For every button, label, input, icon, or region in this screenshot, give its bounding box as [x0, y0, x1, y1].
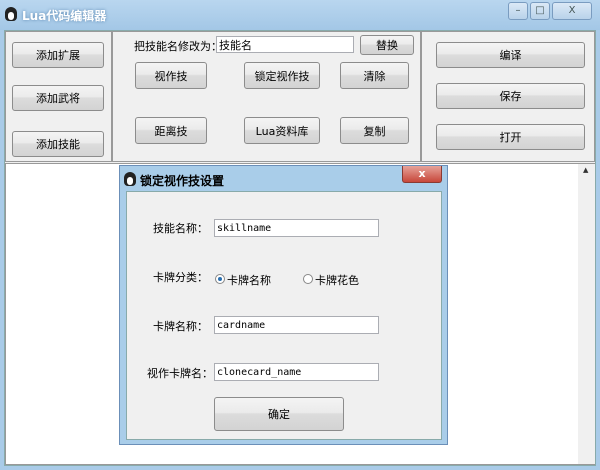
add-general-button[interactable]: 添加武将 [12, 85, 104, 111]
compile-button[interactable]: 编译 [436, 42, 585, 68]
minimize-button[interactable]: – [508, 2, 528, 20]
radio-card-suit[interactable] [303, 274, 313, 284]
clone-card-input[interactable]: clonecard_name [214, 363, 379, 381]
add-skill-button[interactable]: 添加技能 [12, 131, 104, 157]
radio-card-name[interactable] [215, 274, 225, 284]
open-button[interactable]: 打开 [436, 124, 585, 150]
penguin-icon [5, 7, 17, 21]
add-extension-button[interactable]: 添加扩展 [12, 42, 104, 68]
dialog-title: 锁定视作技设置 [140, 174, 225, 188]
distance-skill-button[interactable]: 距离技 [135, 117, 207, 144]
close-button[interactable]: X [552, 2, 592, 20]
radio-card-name-label[interactable]: 卡牌名称 [227, 272, 271, 288]
penguin-icon [124, 172, 136, 186]
skill-name-input[interactable]: skillname [214, 219, 379, 237]
rename-input[interactable]: 技能名 [216, 36, 354, 53]
clone-card-label: 视作卡牌名： [147, 367, 213, 380]
card-name-label: 卡牌名称： [153, 320, 208, 333]
vertical-scrollbar[interactable]: ▲ [578, 164, 595, 464]
rename-label: 把技能名修改为： [134, 40, 222, 53]
card-type-label: 卡牌分类： [153, 271, 208, 284]
lua-library-button[interactable]: Lua资料库 [244, 117, 320, 144]
view-as-skill-button[interactable]: 视作技 [135, 62, 207, 89]
ok-button[interactable]: 确定 [214, 397, 344, 431]
dialog-body: 技能名称： skillname 卡牌分类： 卡牌名称 卡牌花色 卡牌名称： ca… [126, 191, 442, 440]
dialog-close-button[interactable]: x [402, 166, 442, 183]
window-title: Lua代码编辑器 [22, 9, 107, 23]
save-button[interactable]: 保存 [436, 83, 585, 109]
title-bar: Lua代码编辑器 – □ X [0, 0, 600, 30]
locked-view-as-skill-button[interactable]: 锁定视作技 [244, 62, 320, 89]
scroll-up-icon[interactable]: ▲ [583, 166, 588, 174]
clear-button[interactable]: 清除 [340, 62, 409, 89]
copy-button[interactable]: 复制 [340, 117, 409, 144]
locked-view-as-skill-dialog: 锁定视作技设置 x 技能名称： skillname 卡牌分类： 卡牌名称 卡牌花… [119, 165, 448, 445]
replace-button[interactable]: 替换 [360, 35, 414, 55]
skill-name-label: 技能名称： [153, 222, 208, 235]
card-name-input[interactable]: cardname [214, 316, 379, 334]
maximize-button[interactable]: □ [530, 2, 550, 20]
radio-card-suit-label[interactable]: 卡牌花色 [315, 272, 359, 288]
